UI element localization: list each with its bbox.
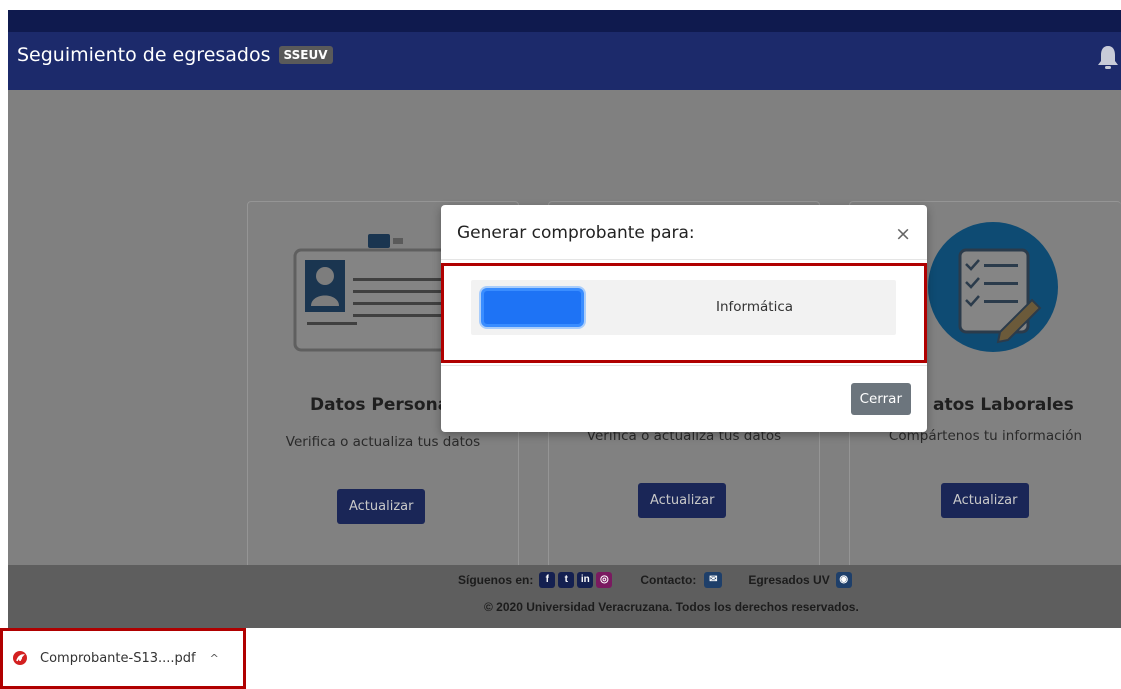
modal-footer: Cerrar <box>441 365 927 432</box>
modal-header: Generar comprobante para: × <box>441 205 927 260</box>
contact-label: Contacto: <box>640 573 697 587</box>
copyright: © 2020 Universidad Veracruzana. Todos lo… <box>484 600 859 614</box>
navbar: Seguimiento de egresados SSEUV <box>8 10 1121 90</box>
card-title: Datos Personal <box>310 395 455 415</box>
cerrar-button[interactable]: Cerrar <box>850 383 911 415</box>
email-icon[interactable]: ✉ <box>704 572 723 588</box>
brand-title: Seguimiento de egresados <box>17 44 271 66</box>
footer-links: Síguenos en: f t in ◎ Contacto: ✉ Egresa… <box>458 572 852 588</box>
instagram-icon[interactable]: ◎ <box>596 572 613 588</box>
close-icon[interactable]: × <box>895 223 911 245</box>
globe-icon[interactable]: ◉ <box>835 572 852 588</box>
brand-badge: SSEUV <box>278 46 333 64</box>
egresados-label[interactable]: Egresados UV <box>748 573 829 587</box>
navbar-topbar <box>8 10 1121 32</box>
brand[interactable]: Seguimiento de egresados SSEUV <box>17 44 333 66</box>
actualizar-button[interactable]: Actualizar <box>638 483 727 518</box>
card-subtitle: Verifica o actualiza tus datos <box>285 434 481 450</box>
footer: Síguenos en: f t in ◎ Contacto: ✉ Egresa… <box>8 565 1121 628</box>
top-strip <box>0 0 1121 10</box>
highlight-box <box>0 628 246 689</box>
modal-title: Generar comprobante para: <box>457 223 695 243</box>
id-card-icon <box>293 234 463 352</box>
bell-icon[interactable] <box>1095 44 1121 72</box>
card-title: atos Laborales <box>933 395 1074 415</box>
actualizar-button[interactable]: Actualizar <box>337 489 426 524</box>
linkedin-icon[interactable]: in <box>577 572 594 588</box>
follow-label: Síguenos en: <box>458 573 534 587</box>
actualizar-button[interactable]: Actualizar <box>941 483 1030 518</box>
highlight-box <box>441 263 927 363</box>
twitter-icon[interactable]: t <box>558 572 575 588</box>
facebook-icon[interactable]: f <box>539 572 556 588</box>
